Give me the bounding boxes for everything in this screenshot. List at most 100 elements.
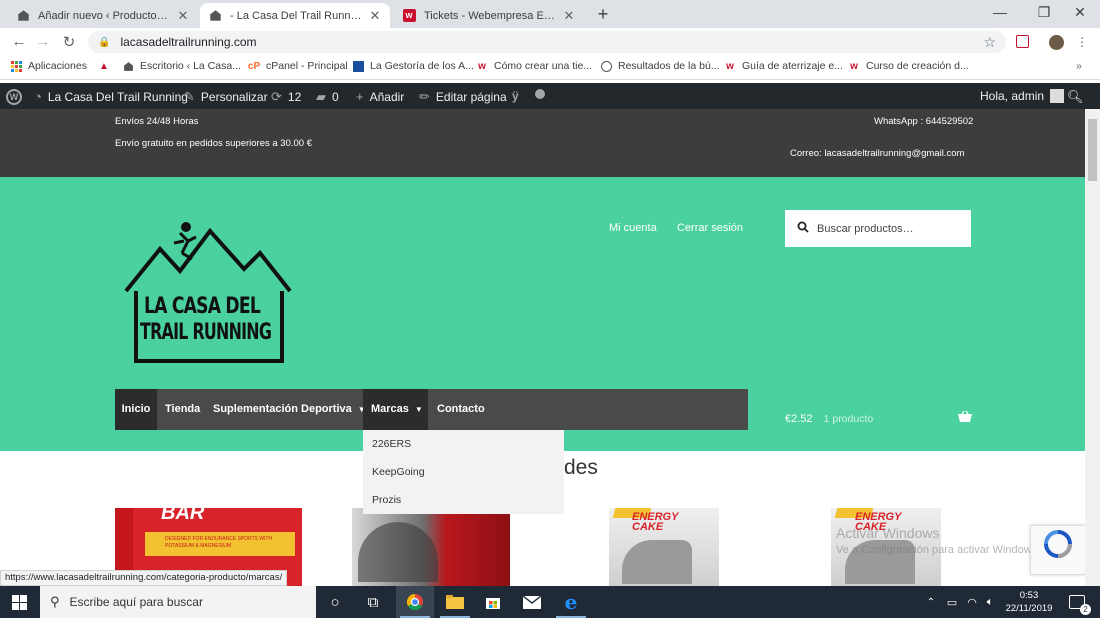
- recaptcha-icon: [1044, 530, 1072, 558]
- browser-tab-active[interactable]: - La Casa Del Trail Running ✕: [200, 3, 390, 28]
- updates-icon: ⟳: [271, 89, 282, 104]
- my-account-link[interactable]: Mi cuenta: [609, 222, 657, 234]
- bookmark-item[interactable]: La Gestoría de los A...: [352, 60, 474, 72]
- bookmark-item[interactable]: Resultados de la bú...: [600, 60, 720, 72]
- back-icon[interactable]: ←: [10, 33, 28, 50]
- wordpress-logo-icon[interactable]: W: [6, 89, 22, 105]
- search-input[interactable]: [817, 222, 957, 235]
- taskbar-search[interactable]: ⚲ Escribe aquí para buscar: [40, 586, 316, 618]
- more-bookmarks-icon[interactable]: »: [1076, 60, 1082, 72]
- site-header: LA CASA DEL TRAIL RUNNING Mi cuenta Cerr…: [0, 177, 1100, 451]
- nav-item-suplementacion[interactable]: Suplementación Deportiva ▼: [213, 389, 366, 430]
- add-new-label: Añadir: [369, 89, 405, 104]
- admin-edit-page[interactable]: ✏ Editar página: [419, 89, 507, 105]
- star-icon[interactable]: ☆: [983, 34, 996, 51]
- yoast-icon[interactable]: ÿ: [512, 89, 519, 103]
- chevron-up-icon[interactable]: ⌃: [924, 586, 938, 618]
- taskbar-clock[interactable]: 0:53 22/11/2019: [1001, 589, 1057, 615]
- nav-item-marcas[interactable]: Marcas ▼: [363, 389, 428, 430]
- bookmark-item[interactable]: w Cómo crear una tie...: [476, 60, 592, 72]
- nav-item-contacto[interactable]: Contacto: [437, 389, 485, 430]
- close-icon[interactable]: ✕: [368, 8, 382, 24]
- new-tab-button[interactable]: +: [593, 4, 613, 25]
- nav-item-inicio[interactable]: Inicio: [115, 389, 157, 430]
- bookmark-label: Curso de creación d...: [866, 60, 969, 72]
- tab-title: Tickets - Webempresa Europa S.L.: [424, 9, 556, 22]
- chevron-down-icon: ▼: [414, 405, 423, 414]
- product-image[interactable]: [338, 508, 525, 586]
- admin-comments[interactable]: ▰ 0: [316, 89, 339, 105]
- minimize-icon[interactable]: —: [985, 4, 1015, 20]
- admin-site-name[interactable]: ◔ La Casa Del Trail Running: [34, 89, 188, 104]
- cpanel-icon: cP: [247, 60, 261, 72]
- bookmark-label: Guía de aterrizaje e...: [742, 60, 843, 72]
- bookmark-item[interactable]: cP cPanel - Principal: [248, 60, 348, 72]
- chrome-icon[interactable]: [396, 586, 434, 618]
- product-label: BAR: [161, 508, 205, 524]
- restore-icon[interactable]: ❐: [1029, 4, 1059, 21]
- menu-icon[interactable]: ⋮: [1074, 35, 1090, 51]
- search-icon[interactable]: 🔍︎: [1067, 89, 1084, 105]
- nav-item-label: Suplementación Deportiva: [213, 403, 352, 415]
- nav-item-tienda[interactable]: Tienda: [165, 389, 200, 430]
- mail-icon[interactable]: [513, 586, 551, 618]
- dropdown-item-226ers[interactable]: 226ERS: [372, 438, 411, 450]
- close-icon[interactable]: ✕: [176, 8, 190, 24]
- mini-cart[interactable]: €2.52 1 producto: [785, 410, 972, 425]
- bookmarks-bar: Aplicaciones ▲ Escritorio ‹ La Casa... c…: [0, 56, 1100, 80]
- task-view-icon[interactable]: ⧉: [354, 586, 392, 618]
- address-bar[interactable]: 🔒 lacasadeltrailrunning.com ☆: [88, 31, 1006, 53]
- volume-icon[interactable]: 🔈︎: [980, 586, 1000, 618]
- admin-account[interactable]: Hola, admin: [980, 89, 1065, 103]
- notifications-icon[interactable]: 2: [1062, 586, 1092, 618]
- close-icon[interactable]: ✕: [562, 8, 576, 24]
- site-logo[interactable]: LA CASA DEL TRAIL RUNNING: [122, 219, 292, 364]
- page-scrollbar[interactable]: [1085, 109, 1100, 586]
- browser-tab[interactable]: w Tickets - Webempresa Europa S.L. ✕: [394, 3, 584, 28]
- close-window-icon[interactable]: ✕: [1065, 4, 1095, 21]
- bookmark-item[interactable]: w Curso de creación d...: [848, 60, 969, 72]
- free-shipping-text: Envío gratuito en pedidos superiores a 3…: [115, 138, 312, 149]
- scrollbar-thumb[interactable]: [1088, 119, 1097, 181]
- plus-icon: +: [356, 89, 364, 104]
- extension-icon[interactable]: [1014, 35, 1030, 51]
- recaptcha-badge[interactable]: [1030, 525, 1086, 575]
- logout-link[interactable]: Cerrar sesión: [677, 222, 743, 234]
- cart-total: €2.52: [785, 413, 813, 425]
- bookmark-item[interactable]: Escritorio ‹ La Casa...: [122, 60, 241, 72]
- product-image[interactable]: ENERGY CAKE: [562, 508, 749, 586]
- bookmark-label: La Gestoría de los A...: [370, 60, 474, 72]
- file-explorer-icon[interactable]: [436, 586, 474, 618]
- bookmark-item[interactable]: w Guía de aterrizaje e...: [724, 60, 843, 72]
- windows-start-icon[interactable]: [0, 586, 38, 618]
- store-icon[interactable]: [474, 586, 512, 618]
- cortana-icon[interactable]: ○: [316, 586, 354, 618]
- top-info-bar: Envíos 24/48 Horas Envío gratuito en ped…: [0, 109, 1100, 177]
- admin-customize[interactable]: ✎ Personalizar: [184, 89, 268, 105]
- battery-icon[interactable]: ▭: [942, 586, 962, 618]
- dropdown-item-keepgoing[interactable]: KeepGoing: [372, 466, 425, 478]
- wordpress-icon: [16, 9, 30, 23]
- site-name-label: La Casa Del Trail Running: [47, 89, 188, 104]
- bookmark-apps[interactable]: Aplicaciones: [10, 60, 87, 72]
- avatar[interactable]: [1048, 35, 1064, 51]
- comments-count: 0: [332, 90, 339, 104]
- admin-add-new[interactable]: + Añadir: [356, 89, 404, 104]
- clock-time: 0:53: [1019, 590, 1039, 601]
- email-text: Correo: lacasadeltrailrunning@gmail.com: [790, 148, 965, 159]
- wordpress-icon: [600, 60, 612, 72]
- greeting-label: Hola, admin: [980, 89, 1045, 103]
- edge-icon[interactable]: e: [552, 586, 590, 618]
- apps-grid-icon: [10, 60, 22, 72]
- dropdown-item-prozis[interactable]: Prozis: [372, 494, 401, 506]
- forward-icon[interactable]: →: [34, 33, 52, 50]
- browser-tab[interactable]: Añadir nuevo ‹ Productos ‹ La Ca ✕: [8, 3, 198, 28]
- admin-updates[interactable]: ⟳ 12: [271, 89, 301, 105]
- windows-activation-sub: Ve a Configuración para activar Windows.: [836, 544, 1041, 556]
- reload-icon[interactable]: ↻: [60, 33, 78, 51]
- tab-title: - La Casa Del Trail Running: [230, 9, 362, 22]
- bookmark-item[interactable]: ▲: [98, 60, 116, 72]
- section-title: des: [564, 456, 598, 479]
- wifi-icon[interactable]: ◠: [962, 586, 982, 618]
- marcas-dropdown: 226ERS KeepGoing Prozis: [363, 430, 564, 514]
